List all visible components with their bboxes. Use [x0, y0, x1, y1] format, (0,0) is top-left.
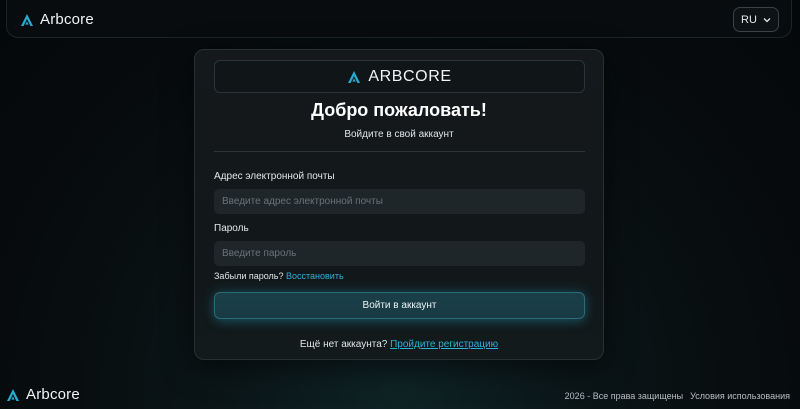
copyright-text: 2026 - Все права защищены — [564, 391, 684, 401]
arbcore-logo-icon — [21, 13, 33, 26]
divider — [214, 151, 585, 152]
register-prompt: Ещё нет аккаунта? Пройдите регистрацию — [195, 339, 603, 350]
login-button[interactable]: Войти в аккаунт — [214, 292, 585, 319]
page-subtitle: Войдите в свой аккаунт — [344, 129, 454, 140]
header-brand-name: Arbcore — [40, 11, 94, 28]
top-header: Arbcore RU — [6, 0, 792, 38]
arbcore-logo-icon — [7, 388, 19, 401]
page-title: Добро пожаловать! — [311, 100, 487, 120]
restore-password-link[interactable]: Восстановить — [286, 271, 344, 281]
forgot-password: Забыли пароль? Восстановить — [214, 271, 344, 281]
footer-brand[interactable]: Arbcore — [6, 386, 80, 403]
register-link[interactable]: Пройдите регистрацию — [390, 339, 498, 350]
terms-link[interactable]: Условия использования — [690, 391, 790, 401]
email-input[interactable] — [214, 189, 585, 214]
footer-brand-name: Arbcore — [26, 386, 80, 403]
login-card: ARBCORE Добро пожаловать! Войдите в свой… — [194, 49, 604, 360]
language-selector[interactable]: RU — [733, 7, 779, 32]
password-input[interactable] — [214, 241, 585, 266]
footer-links: 2026 - Все права защищены Условия исполь… — [565, 391, 790, 401]
language-label: RU — [741, 13, 757, 26]
card-logo-box: ARBCORE — [214, 60, 585, 93]
password-label: Пароль — [214, 223, 249, 234]
card-logo-text: ARBCORE — [368, 67, 452, 85]
email-label: Адрес электронной почты — [214, 171, 335, 182]
arbcore-logo-icon — [348, 70, 361, 83]
chevron-down-icon — [763, 17, 771, 22]
forgot-password-text: Забыли пароль? — [214, 271, 284, 281]
header-brand[interactable]: Arbcore — [20, 11, 94, 28]
register-text: Ещё нет аккаунта? — [299, 339, 388, 350]
